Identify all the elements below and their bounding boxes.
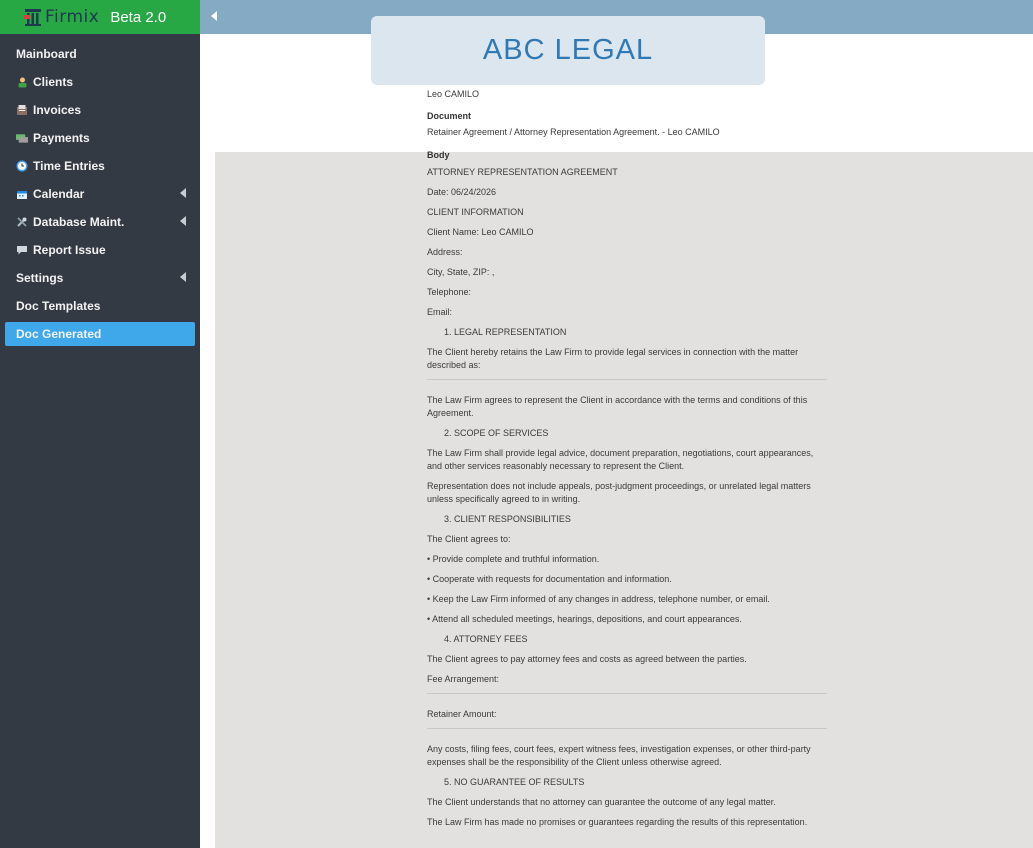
- sidebar-item-label: Doc Templates: [16, 299, 101, 313]
- body-paragraph: The Client hereby retains the Law Firm t…: [427, 347, 799, 370]
- section-heading: 4. ATTORNEY FEES: [444, 634, 528, 644]
- bullet-item: • Provide complete and truthful informat…: [427, 554, 600, 564]
- section-heading: 2. SCOPE OF SERVICES: [444, 428, 549, 438]
- body-line: The Law Firm has made no promises or gua…: [427, 817, 808, 827]
- section-heading: 1. LEGAL REPRESENTATION: [444, 327, 567, 337]
- bullet-item: • Attend all scheduled meetings, hearing…: [427, 614, 742, 624]
- body-paragraph: Any costs, filing fees, court fees, expe…: [427, 744, 811, 767]
- sidebar: Firmix Beta 2.0 Mainboard Clients Invoic…: [0, 0, 200, 848]
- sidebar-item-mainboard[interactable]: Mainboard: [0, 40, 200, 68]
- calendar-icon: [16, 188, 28, 200]
- firmix-logo-icon: [24, 7, 42, 27]
- chevron-left-icon[interactable]: [180, 216, 186, 226]
- sidebar-item-time-entries[interactable]: Time Entries: [0, 152, 200, 180]
- document-view: Leo CAMILO Document Retainer Agreement /…: [427, 88, 827, 836]
- body-paragraph: The Law Firm shall provide legal advice,…: [427, 448, 814, 471]
- sidebar-item-database-maint[interactable]: Database Maint.: [0, 208, 200, 236]
- sidebar-nav: Mainboard Clients Invoices Payments Time…: [0, 34, 200, 346]
- sidebar-item-label: Report Issue: [33, 243, 106, 257]
- clients-icon: [16, 76, 28, 88]
- sidebar-item-label: Database Maint.: [33, 215, 125, 229]
- sidebar-item-label: Mainboard: [16, 47, 77, 61]
- document-body: ATTORNEY REPRESENTATION AGREEMENT Date: …: [427, 166, 827, 829]
- sidebar-item-clients[interactable]: Clients: [0, 68, 200, 96]
- clock-icon: [16, 160, 28, 172]
- payments-icon: [16, 132, 28, 144]
- sidebar-toggle-icon[interactable]: [211, 11, 217, 21]
- sidebar-item-label: Clients: [33, 75, 74, 89]
- brand-version: Beta 2.0: [110, 8, 167, 26]
- invoices-icon: [16, 104, 28, 116]
- fill-in-line: [427, 379, 827, 380]
- sidebar-item-label: Time Entries: [33, 159, 105, 173]
- body-line: The Client understands that no attorney …: [427, 797, 776, 807]
- sidebar-item-doc-generated[interactable]: Doc Generated: [5, 322, 195, 346]
- sidebar-item-doc-templates[interactable]: Doc Templates: [0, 292, 200, 320]
- chevron-left-icon[interactable]: [180, 272, 186, 282]
- body-line: ATTORNEY REPRESENTATION AGREEMENT: [427, 167, 618, 177]
- firm-header-card: ABC LEGAL: [371, 16, 765, 85]
- tools-icon: [16, 216, 28, 228]
- body-line: The Client agrees to pay attorney fees a…: [427, 654, 747, 664]
- document-value: Retainer Agreement / Attorney Representa…: [427, 127, 720, 137]
- sidebar-item-settings[interactable]: Settings: [0, 264, 200, 292]
- sidebar-item-label: Payments: [33, 131, 90, 145]
- sidebar-item-report-issue[interactable]: Report Issue: [0, 236, 200, 264]
- fill-in-line: [427, 728, 827, 729]
- body-line: Fee Arrangement:: [427, 674, 500, 684]
- brand-name: Firmix: [45, 7, 100, 27]
- fill-in-line: [427, 693, 827, 694]
- chat-icon: [16, 244, 28, 256]
- chevron-left-icon[interactable]: [180, 188, 186, 198]
- sidebar-item-calendar[interactable]: Calendar: [0, 180, 200, 208]
- body-line: CLIENT INFORMATION: [427, 207, 524, 217]
- sidebar-item-invoices[interactable]: Invoices: [0, 96, 200, 124]
- body-line: Telephone:: [427, 287, 472, 297]
- sidebar-item-label: Settings: [16, 271, 64, 285]
- sidebar-item-label: Calendar: [33, 187, 85, 201]
- body-paragraph: The Law Firm agrees to represent the Cli…: [427, 395, 808, 418]
- body-paragraph: Representation does not include appeals,…: [427, 481, 811, 504]
- body-line: City, State, ZIP: ,: [427, 267, 495, 277]
- body-label: Body: [427, 150, 450, 160]
- body-line: Client Name: Leo CAMILO: [427, 227, 534, 237]
- body-line: Email:: [427, 307, 453, 317]
- body-line: Date: 06/24/2026: [427, 187, 497, 197]
- section-heading: 3. CLIENT RESPONSIBILITIES: [444, 514, 571, 524]
- body-line: The Client agrees to:: [427, 534, 511, 544]
- bullet-item: • Keep the Law Firm informed of any chan…: [427, 594, 770, 604]
- body-line: Address:: [427, 247, 463, 257]
- brand-bar[interactable]: Firmix Beta 2.0: [0, 0, 200, 34]
- sidebar-item-payments[interactable]: Payments: [0, 124, 200, 152]
- section-heading: 5. NO GUARANTEE OF RESULTS: [444, 777, 585, 787]
- client-name: Leo CAMILO: [427, 89, 480, 99]
- page-title: ABC LEGAL: [482, 34, 654, 66]
- document-label: Document: [427, 111, 472, 121]
- body-line: Retainer Amount:: [427, 709, 497, 719]
- sidebar-item-label: Invoices: [33, 103, 82, 117]
- sidebar-item-label: Doc Generated: [16, 327, 102, 341]
- bullet-item: • Cooperate with requests for documentat…: [427, 574, 672, 584]
